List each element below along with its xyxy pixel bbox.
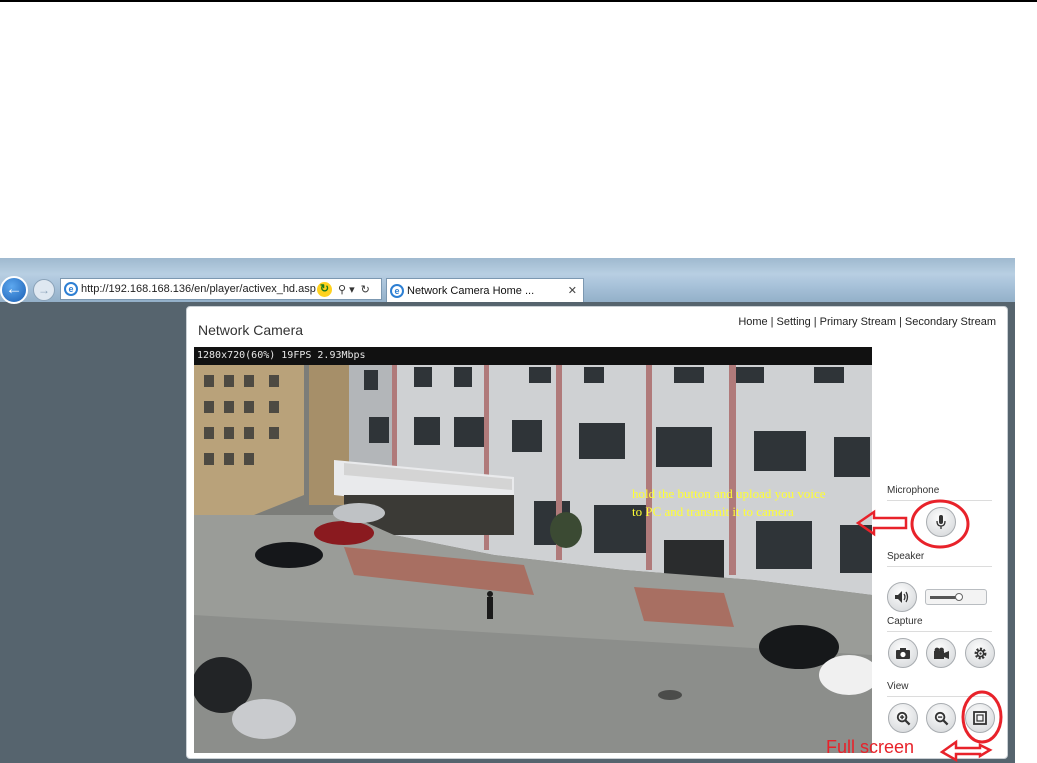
video-status-bar: 1280x720(60%) 19FPS 2.93Mbps	[194, 347, 872, 365]
video-player[interactable]: 1280x720(60%) 19FPS 2.93Mbps hold the bu…	[194, 347, 872, 753]
refresh-icon[interactable]: ↻	[361, 283, 370, 296]
record-button[interactable]	[926, 638, 956, 668]
fullscreen-icon	[973, 711, 987, 725]
nav-link-setting[interactable]: Setting	[777, 316, 811, 328]
fullscreen-button[interactable]	[965, 703, 995, 733]
microphone-icon	[936, 515, 946, 529]
nav-separator: |	[899, 316, 902, 328]
browser-toolbar: ← → e http://192.168.168.136/en/player/a…	[0, 258, 1015, 304]
stream-info: 1280x720(60%) 19FPS 2.93Mbps	[197, 350, 366, 361]
tab-title: Network Camera Home ...	[407, 284, 535, 297]
compatibility-view-icon[interactable]: ↻	[317, 281, 332, 297]
person	[487, 597, 493, 619]
nav-link-home[interactable]: Home	[738, 316, 767, 328]
microphone-button[interactable]	[926, 507, 956, 537]
camera-web-page: Network Camera Home | Setting | Primary Stre…	[186, 306, 1008, 759]
volume-slider-knob[interactable]	[955, 593, 963, 601]
divider	[887, 631, 992, 632]
view-label: View	[887, 681, 909, 692]
top-nav-links: Home | Setting | Primary Stream | Secondary St…	[738, 316, 996, 328]
microphone-label: Microphone	[887, 485, 940, 496]
zoom-in-button[interactable]	[888, 703, 918, 733]
close-icon[interactable]: ✕	[568, 284, 577, 297]
nav-link-primary-stream[interactable]: Primary Stream	[820, 316, 896, 328]
volume-slider[interactable]	[925, 589, 987, 605]
browser-tab[interactable]: e Network Camera Home ... ✕	[386, 278, 584, 302]
volume-slider-fill	[930, 596, 957, 599]
parked-car	[255, 542, 323, 568]
nav-separator: |	[770, 316, 774, 328]
page-title: Network Camera	[198, 322, 304, 338]
settings-gear-icon	[974, 647, 986, 659]
nav-separator: |	[813, 316, 817, 328]
forward-arrow-icon[interactable]: →	[33, 279, 55, 301]
search-icon[interactable]: ⚲ ▾	[338, 283, 355, 296]
microphone-annotation: hold the button and upload you voice to …	[632, 486, 826, 519]
divider	[887, 566, 992, 567]
divider	[887, 500, 992, 501]
distant-building	[194, 365, 304, 515]
zoom-in-icon	[896, 711, 910, 725]
divider	[887, 696, 992, 697]
video-record-icon	[933, 647, 949, 659]
ie-logo-icon: e	[64, 282, 78, 296]
camera-snapshot-icon	[896, 647, 910, 659]
back-arrow-icon[interactable]: ←	[0, 276, 28, 304]
zoom-out-button[interactable]	[926, 703, 956, 733]
address-url[interactable]: http://192.168.168.136/en/player/activex…	[81, 283, 317, 295]
red-car	[314, 521, 374, 545]
fullscreen-caption: Full screen	[826, 737, 915, 757]
nav-link-secondary-stream[interactable]: Secondary Stream	[905, 316, 996, 328]
capture-label: Capture	[887, 616, 923, 627]
tab-ie-logo-icon: e	[390, 283, 404, 298]
snapshot-button[interactable]	[888, 638, 918, 668]
browser-window: ← → e http://192.168.168.136/en/player/a…	[0, 258, 1015, 763]
camera-feed-image	[194, 365, 872, 753]
zoom-out-icon	[934, 711, 948, 725]
toolbar-strip	[0, 258, 1015, 274]
speaker-label: Speaker	[887, 551, 925, 562]
address-bar[interactable]: e http://192.168.168.136/en/player/activ…	[60, 278, 382, 300]
speaker-volume-icon	[895, 591, 909, 603]
speaker-button[interactable]	[887, 582, 917, 612]
top-rule	[0, 0, 1037, 2]
capture-settings-button[interactable]	[965, 638, 995, 668]
